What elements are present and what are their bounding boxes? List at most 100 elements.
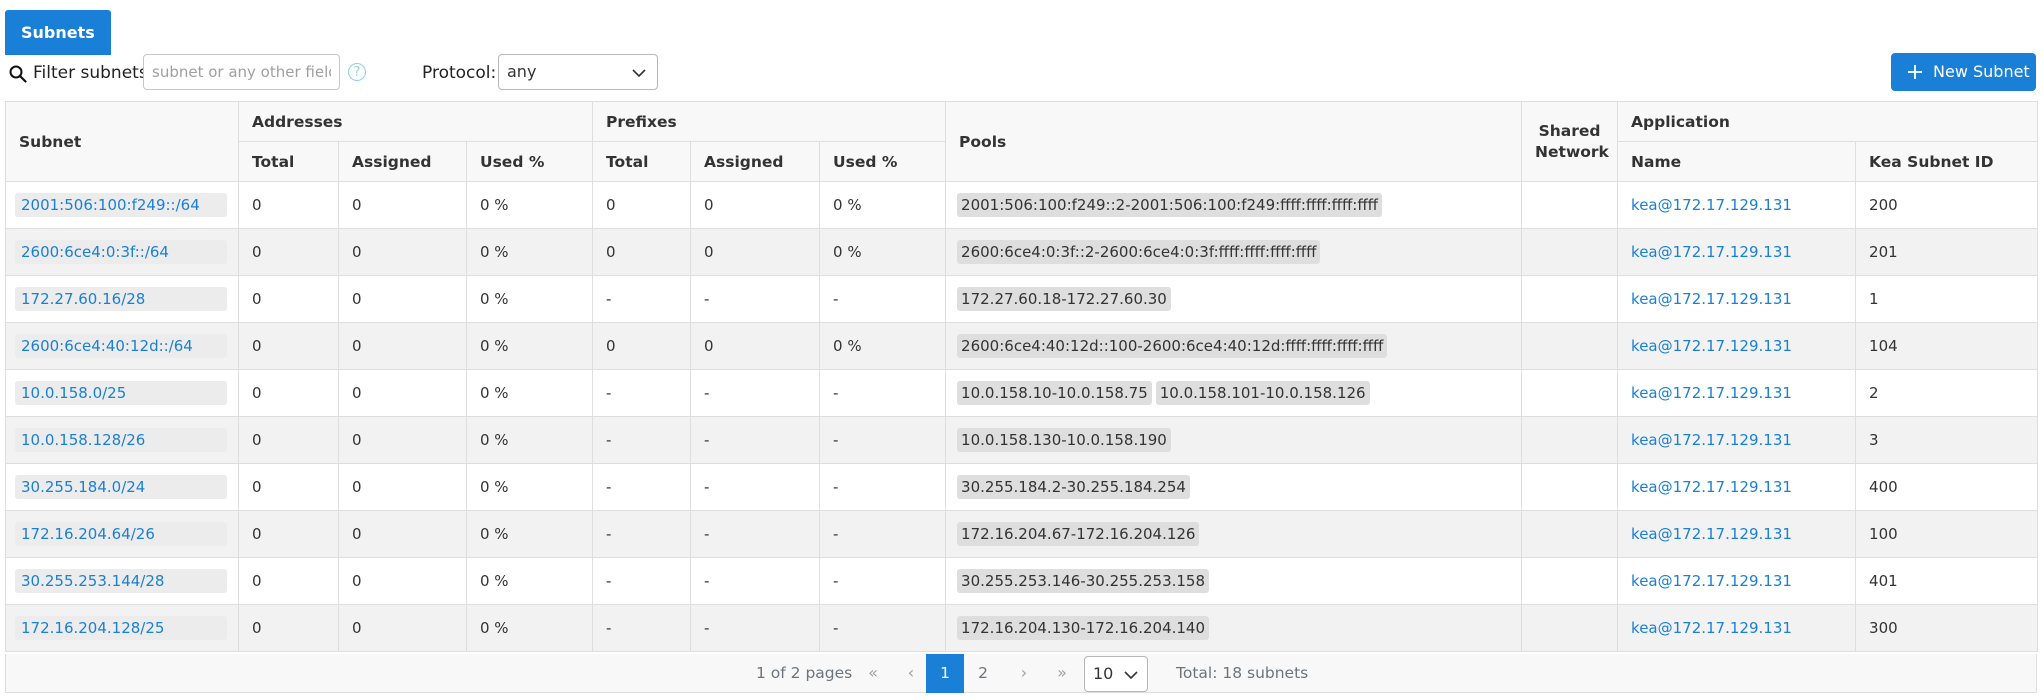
kea-subnet-id-cell: 200 (1855, 181, 2039, 229)
pool-chip: 10.0.158.10-10.0.158.75 (957, 381, 1152, 405)
addr-used-cell: 0 % (465, 463, 594, 511)
app-name-cell-link[interactable]: kea@172.17.129.131 (1631, 478, 1792, 496)
pref-total-cell: - (592, 416, 692, 464)
pools-cell: 172.16.204.130-172.16.204.140 (945, 604, 1523, 652)
search-icon (9, 65, 27, 83)
next-page-icon[interactable]: › (1014, 663, 1034, 683)
pref-used-cell: - (819, 463, 947, 511)
pref-used-cell: - (819, 275, 947, 323)
addr-assigned-cell: 0 (338, 322, 467, 370)
app-name-cell: kea@172.17.129.131 (1617, 228, 1857, 276)
app-name-cell-link[interactable]: kea@172.17.129.131 (1631, 290, 1792, 308)
pool-chip: 172.16.204.130-172.16.204.140 (957, 616, 1210, 640)
filter-input[interactable] (143, 54, 340, 90)
app-name-cell-link[interactable]: kea@172.17.129.131 (1631, 337, 1792, 355)
rows-per-page-select[interactable]: 10 (1084, 656, 1148, 692)
pref-assigned-cell: - (690, 510, 821, 558)
pools-cell: 10.0.158.10-10.0.158.75 10.0.158.101-10.0… (945, 369, 1523, 417)
pool-chip: 10.0.158.130-10.0.158.190 (957, 428, 1171, 452)
pref-assigned-cell: - (690, 416, 821, 464)
table-row: 2600:6ce4:0:3f::/64 0 0 0 % 0 0 0 % 2600:6ce4:0… (5, 228, 2039, 276)
app-name-cell-link[interactable]: kea@172.17.129.131 (1631, 431, 1792, 449)
pref-total-cell: 0 (592, 228, 692, 276)
shared-network-cell (1521, 369, 1619, 417)
help-icon[interactable]: ? (348, 63, 366, 81)
chevron-down-icon (1124, 671, 1138, 680)
shared-network-cell (1521, 416, 1619, 464)
tab-subnets[interactable]: Subnets (5, 10, 111, 55)
kea-subnet-id-cell: 100 (1855, 510, 2039, 558)
pools-cell: 30.255.184.2-30.255.184.254 (945, 463, 1523, 511)
header-shared-network: Shared Network (1521, 101, 1619, 182)
app-name-cell: kea@172.17.129.131 (1617, 463, 1857, 511)
app-name-cell-link[interactable]: kea@172.17.129.131 (1631, 525, 1792, 543)
pref-assigned-cell: 0 (690, 181, 821, 229)
subnet-cell-link[interactable]: 10.0.158.128/26 (15, 428, 227, 452)
subnet-cell-link[interactable]: 2600:6ce4:40:12d::/64 (15, 334, 227, 358)
pref-assigned-cell: - (690, 557, 821, 605)
addr-used-cell: 0 % (465, 416, 594, 464)
subnet-cell-link[interactable]: 2001:506:100:f249::/64 (15, 193, 227, 217)
addr-used-cell: 0 % (465, 181, 594, 229)
subnet-cell: 30.255.253.144/28 (5, 557, 239, 605)
app-name-cell: kea@172.17.129.131 (1617, 557, 1857, 605)
header-pref-total: Total (592, 141, 692, 182)
app-name-cell-link[interactable]: kea@172.17.129.131 (1631, 196, 1792, 214)
table-row: 172.16.204.64/26 0 0 0 % - - -172.16.204.67-17… (5, 510, 2039, 558)
chevron-down-icon (632, 69, 646, 78)
header-app-name: Name (1617, 141, 1857, 182)
pref-total-cell: - (592, 275, 692, 323)
pool-chip: 172.16.204.67-172.16.204.126 (957, 522, 1200, 546)
addr-used-cell: 0 % (465, 228, 594, 276)
pref-total-cell: - (592, 369, 692, 417)
protocol-label: Protocol: (422, 63, 497, 83)
addr-used-cell: 0 % (465, 322, 594, 370)
addr-used-cell: 0 % (465, 275, 594, 323)
header-addresses: Addresses (237, 101, 594, 142)
kea-subnet-id-cell: 400 (1855, 463, 2039, 511)
subnet-cell-link[interactable]: 172.27.60.16/28 (15, 287, 227, 311)
last-page-icon[interactable]: » (1052, 663, 1072, 683)
header-subnet[interactable]: Subnet (5, 101, 239, 182)
prev-page-icon[interactable]: ‹ (901, 663, 921, 683)
subnet-cell-link[interactable]: 30.255.184.0/24 (15, 475, 227, 499)
addr-assigned-cell: 0 (338, 604, 467, 652)
pref-assigned-cell: 0 (690, 228, 821, 276)
addr-total-cell: 0 (238, 181, 339, 229)
app-name-cell-link[interactable]: kea@172.17.129.131 (1631, 572, 1792, 590)
toolbar: Filter subnets: ? Protocol: any New Subn… (0, 52, 2044, 94)
subnet-cell-link[interactable]: 30.255.253.144/28 (15, 569, 227, 593)
subnet-cell-link[interactable]: 2600:6ce4:0:3f::/64 (15, 240, 227, 264)
pools-cell: 10.0.158.130-10.0.158.190 (945, 416, 1523, 464)
new-subnet-button[interactable]: New Subnet (1891, 53, 2036, 91)
app-name-cell-link[interactable]: kea@172.17.129.131 (1631, 243, 1792, 261)
app-name-cell: kea@172.17.129.131 (1617, 510, 1857, 558)
protocol-select[interactable]: any (498, 54, 658, 90)
subnet-cell-link[interactable]: 10.0.158.0/25 (15, 381, 227, 405)
pools-cell: 172.16.204.67-172.16.204.126 (945, 510, 1523, 558)
addr-total-cell: 0 (238, 416, 339, 464)
paginator: 1 of 2 pages « ‹ 1 2 › » 10 Total: 18 su… (5, 654, 2037, 693)
first-page-icon[interactable]: « (863, 663, 883, 683)
app-name-cell: kea@172.17.129.131 (1617, 275, 1857, 323)
page-button-2[interactable]: 2 (964, 654, 1002, 693)
addr-total-cell: 0 (238, 228, 339, 276)
page-button-1[interactable]: 1 (926, 654, 964, 693)
pref-assigned-cell: - (690, 463, 821, 511)
table-row: 172.16.204.128/25 0 0 0 % - - -172.16.204.130-… (5, 604, 2039, 652)
pref-used-cell: 0 % (819, 228, 947, 276)
app-name-cell-link[interactable]: kea@172.17.129.131 (1631, 619, 1792, 637)
shared-network-cell (1521, 510, 1619, 558)
subnet-cell-link[interactable]: 172.16.204.64/26 (15, 522, 227, 546)
table-row: 10.0.158.0/25 0 0 0 % - - -10.0.158.10-10.0.15… (5, 369, 2039, 417)
header-kea-subnet-id: Kea Subnet ID (1855, 141, 2039, 182)
protocol-value: any (507, 62, 537, 81)
app-name-cell: kea@172.17.129.131 (1617, 604, 1857, 652)
pool-chip: 2600:6ce4:0:3f::2-2600:6ce4:0:3f:ffff:ff… (957, 240, 1321, 264)
addr-assigned-cell: 0 (338, 463, 467, 511)
shared-network-cell (1521, 604, 1619, 652)
pool-chip: 30.255.184.2-30.255.184.254 (957, 475, 1190, 499)
subnet-cell-link[interactable]: 172.16.204.128/25 (15, 616, 227, 640)
app-name-cell-link[interactable]: kea@172.17.129.131 (1631, 384, 1792, 402)
table-row: 30.255.253.144/28 0 0 0 % - - -30.255.253.146-… (5, 557, 2039, 605)
